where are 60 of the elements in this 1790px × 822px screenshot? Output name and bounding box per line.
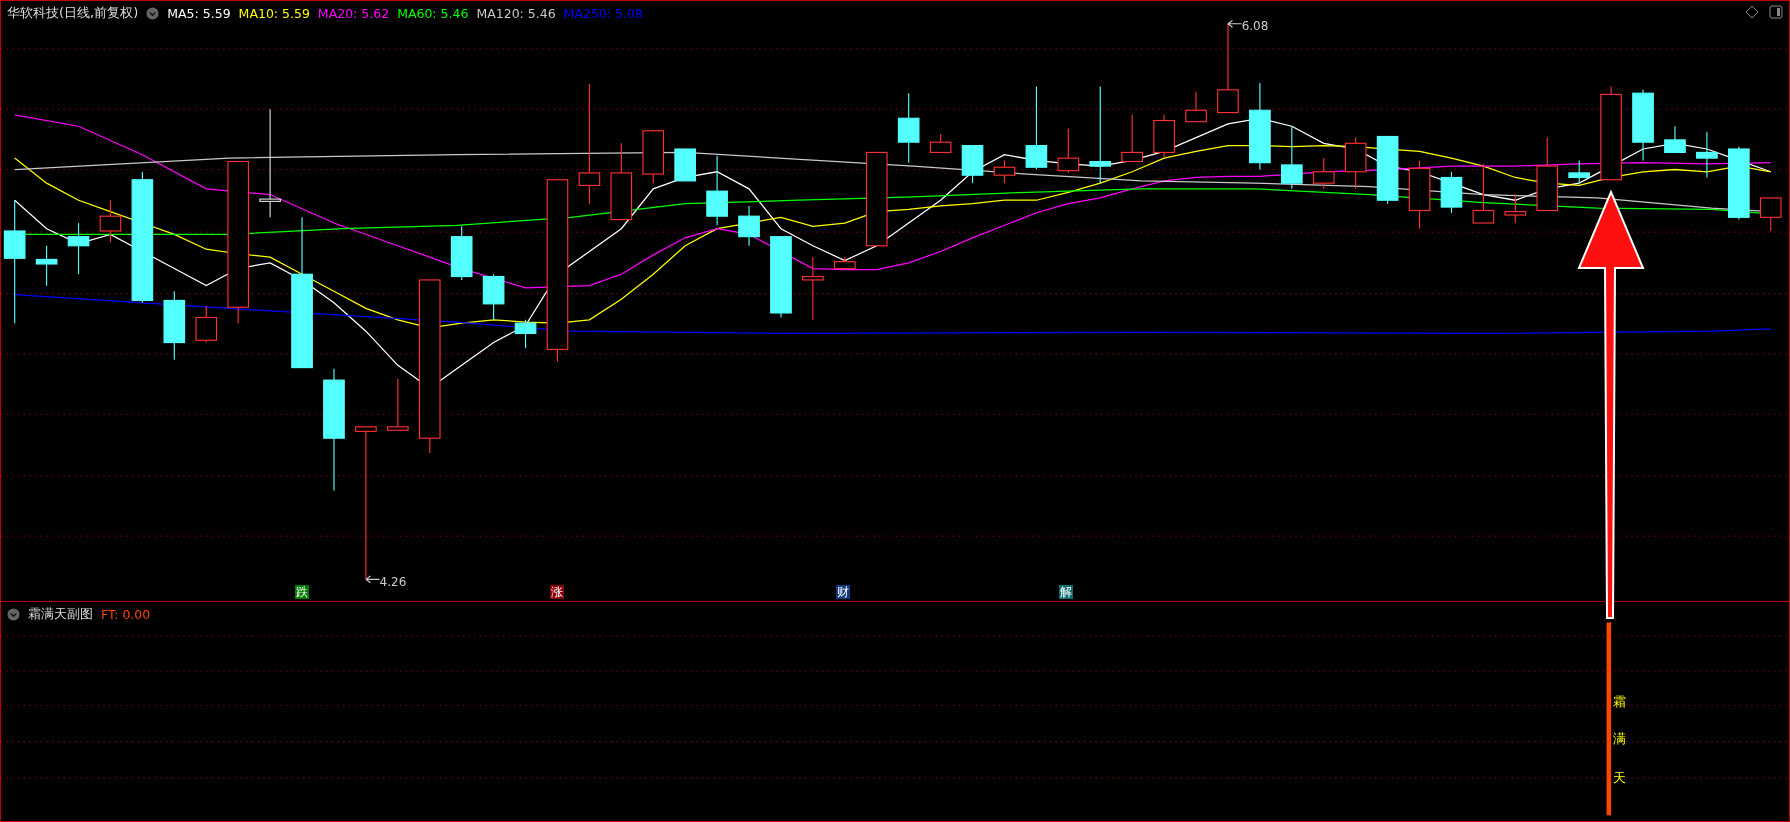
candlestick [706, 155, 728, 226]
candlestick [1632, 89, 1654, 161]
candlestick [514, 319, 537, 349]
candlestick [1312, 157, 1335, 190]
signal-character: 天 [1613, 768, 1627, 787]
candlestick [961, 145, 984, 184]
panel-toggle-icon[interactable] [1769, 5, 1783, 19]
candlestick [929, 133, 952, 153]
candlestick [163, 290, 186, 361]
event-marker: 涨 [550, 585, 565, 599]
candlestick [1664, 125, 1686, 153]
chart-title: 华软科技(日线,前复权) [7, 4, 139, 22]
ma-legend-item: MA5: 5.59 [167, 5, 231, 21]
low-price-label: 4.26 [379, 574, 407, 589]
candlestick [99, 199, 122, 243]
high-pointer-arrow [1227, 19, 1243, 28]
event-marker: 财 [835, 585, 850, 599]
candlestick [802, 256, 824, 321]
ma-legend-item: MA60: 5.46 [397, 5, 469, 21]
diamond-icon[interactable] [1745, 5, 1759, 19]
candlestick [1376, 135, 1399, 205]
candlestick [1408, 159, 1431, 230]
candlestick [195, 305, 218, 344]
indicator-value: FT: 0.00 [101, 606, 151, 622]
candlestick [1759, 197, 1782, 232]
candlestick [1344, 137, 1367, 190]
candlestick [387, 378, 409, 431]
candlestick [1185, 91, 1207, 123]
candlestick [834, 256, 856, 270]
event-marker: 解 [1059, 585, 1074, 599]
candlestick [482, 273, 505, 321]
candlestick [1281, 125, 1303, 190]
candlestick [1153, 114, 1175, 159]
candlestick [1057, 127, 1080, 174]
event-marker: 跌 [295, 585, 310, 599]
ma-legend-item: MA250: 5.08 [563, 5, 643, 21]
candlestick [642, 130, 665, 184]
candlestick [450, 225, 473, 281]
candlestick [1440, 171, 1463, 214]
candlestick [1121, 114, 1143, 163]
signal-character: 霜 [1613, 692, 1627, 711]
candlestick [674, 148, 697, 182]
ma-legend-item: MA10: 5.59 [238, 5, 310, 21]
candlestick [1472, 163, 1495, 224]
dropdown-icon[interactable] [146, 6, 160, 20]
ma-legend-item: MA20: 5.62 [317, 5, 390, 21]
indicator-title: 霜满天副图 [28, 605, 93, 623]
candlestick [1696, 131, 1718, 179]
ma-legend-item: MA120: 5.46 [476, 5, 556, 21]
candlestick [67, 222, 90, 275]
candlestick [993, 159, 1016, 184]
low-pointer-arrow [365, 575, 381, 584]
candlestick [1568, 159, 1590, 184]
candlestick [35, 245, 58, 287]
candlestick [897, 92, 920, 164]
candlestick [738, 205, 760, 247]
candlestick [1504, 194, 1527, 224]
high-price-label: 6.08 [1241, 19, 1269, 34]
dropdown-icon[interactable] [7, 607, 20, 621]
signal-character: 满 [1613, 730, 1627, 749]
